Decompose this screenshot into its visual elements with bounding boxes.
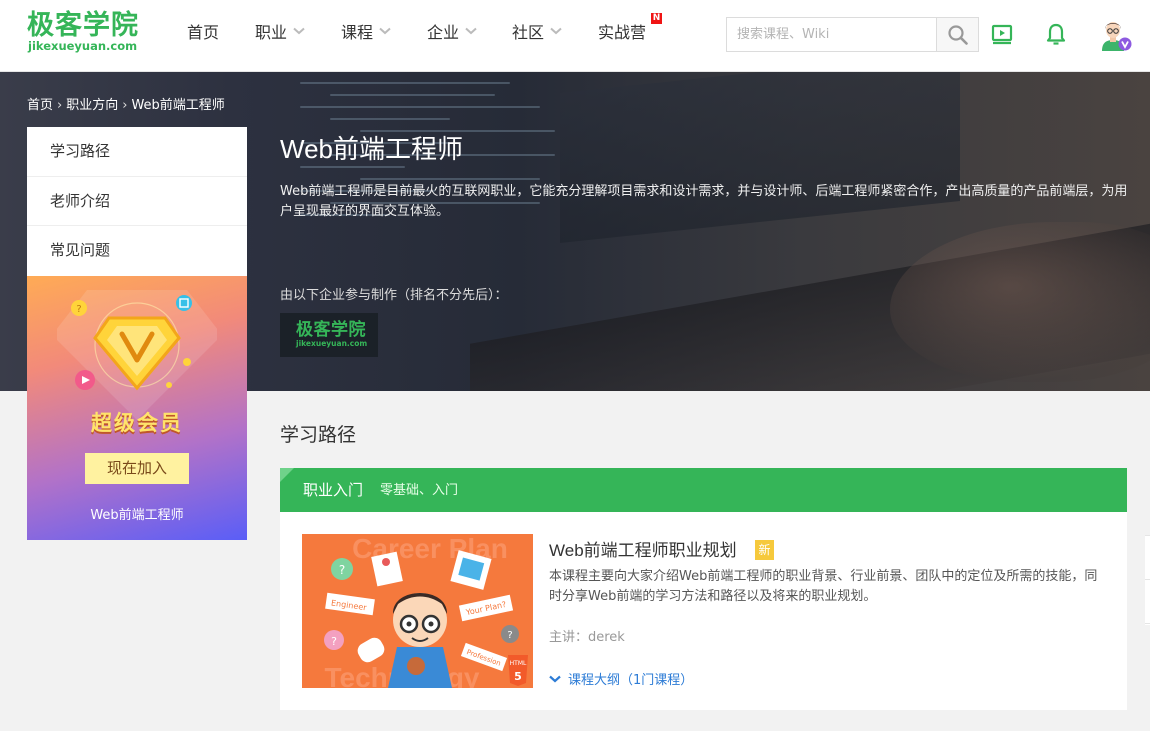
nav-courses-label: 课程 bbox=[341, 23, 374, 42]
chevron-down-icon bbox=[465, 27, 477, 35]
nav-career[interactable]: 职业 bbox=[255, 22, 305, 44]
nav-community[interactable]: 社区 bbox=[512, 22, 562, 44]
chevron-down-icon bbox=[293, 27, 305, 35]
sidebar-item-faq[interactable]: 常见问题 bbox=[27, 226, 247, 276]
chevron-right-icon: › bbox=[57, 98, 63, 113]
career-plan-illustration: Career Plan Technology ? Engineer Your P… bbox=[302, 534, 533, 688]
svg-text:?: ? bbox=[76, 304, 81, 315]
course-outline-label: 课程大纲（1门课程） bbox=[568, 673, 694, 688]
new-tag: 新 bbox=[755, 540, 774, 560]
course-description: 本课程主要向大家介绍Web前端工程师的职业背景、行业前景、团队中的定位及所需的技… bbox=[549, 569, 1098, 604]
nav-courses[interactable]: 课程 bbox=[341, 22, 391, 44]
partner-logo-en: jikexueyuan.com bbox=[296, 339, 368, 348]
svg-text:?: ? bbox=[331, 635, 337, 648]
breadcrumb-career[interactable]: 职业方向 bbox=[66, 98, 118, 113]
bell-icon[interactable] bbox=[1045, 22, 1067, 46]
partner-logo[interactable]: 极客学院 jikexueyuan.com bbox=[280, 313, 378, 357]
top-header: 极客学院 jikexueyuan.com 首页 职业 课程 企业 社区 实战营 … bbox=[0, 0, 1150, 72]
chevron-down-icon bbox=[379, 27, 391, 35]
svg-text:5: 5 bbox=[514, 670, 522, 683]
course-thumbnail[interactable]: Career Plan Technology ? Engineer Your P… bbox=[302, 534, 533, 688]
vip-subtitle: Web前端工程师 bbox=[90, 508, 184, 523]
video-icon[interactable] bbox=[991, 22, 1013, 46]
vip-title: 超级会员 bbox=[91, 411, 183, 435]
sidebar-item-label: 常见问题 bbox=[50, 241, 111, 259]
section-title: 学习路径 bbox=[280, 424, 357, 446]
search-box bbox=[726, 17, 979, 52]
nav-community-label: 社区 bbox=[512, 23, 545, 42]
breadcrumb: 首页 › 职业方向 › Web前端工程师 bbox=[27, 98, 225, 114]
job-description: Web前端工程师是目前最火的互联网职业，它能充分理解项目需求和设计需求，并与设计… bbox=[280, 184, 1128, 219]
sidebar-item-label: 老师介绍 bbox=[50, 191, 111, 210]
course-title[interactable]: Web前端工程师职业规划 bbox=[549, 540, 737, 562]
nav-home[interactable]: 首页 bbox=[187, 22, 219, 44]
course-outline-toggle[interactable]: 课程大纲（1门课程） bbox=[549, 669, 693, 688]
partners-label: 由以下企业参与制作（排名不分先后）： bbox=[280, 288, 508, 303]
nav-bootcamp[interactable]: 实战营 bbox=[598, 22, 646, 44]
svg-text:?: ? bbox=[507, 630, 512, 641]
join-vip-button[interactable]: 现在加入 bbox=[85, 453, 189, 484]
chevron-right-icon: › bbox=[122, 98, 128, 113]
logo-text-en: jikexueyuan.com bbox=[28, 39, 138, 53]
site-logo[interactable]: 极客学院 jikexueyuan.com bbox=[27, 11, 139, 55]
breadcrumb-home[interactable]: 首页 bbox=[27, 98, 53, 113]
diamond-icon: ? bbox=[57, 290, 217, 420]
stage-name: 职业入门 bbox=[303, 481, 364, 499]
floating-toolbar[interactable] bbox=[1145, 535, 1150, 625]
corner-decoration bbox=[280, 468, 294, 482]
nav-career-label: 职业 bbox=[255, 23, 288, 42]
chevron-down-icon bbox=[550, 27, 562, 35]
new-badge: N bbox=[651, 13, 662, 24]
search-icon bbox=[948, 25, 968, 45]
page-title: Web前端工程师 bbox=[280, 134, 463, 164]
svg-text:?: ? bbox=[339, 563, 345, 577]
breadcrumb-current: Web前端工程师 bbox=[131, 98, 225, 113]
floating-toolbar-item[interactable] bbox=[1145, 580, 1150, 624]
nav-enterprise[interactable]: 企业 bbox=[427, 22, 477, 44]
sidebar-item-learning-path[interactable]: 学习路径 bbox=[27, 127, 247, 177]
nav-enterprise-label: 企业 bbox=[427, 23, 460, 42]
vip-promo-card: ? 超级会员 现在加入 Web前端工程师 bbox=[27, 276, 247, 540]
image-tag-html: HTML bbox=[510, 660, 527, 667]
stage-header: 职业入门 零基础、入门 bbox=[280, 468, 1127, 512]
nav-home-label: 首页 bbox=[187, 23, 220, 42]
course-card: Career Plan Technology ? Engineer Your P… bbox=[280, 512, 1127, 710]
user-avatar-icon[interactable] bbox=[1096, 17, 1132, 53]
course-teacher: 主讲：derek bbox=[549, 630, 625, 645]
sidebar-menu: 学习路径 老师介绍 常见问题 bbox=[27, 127, 247, 276]
nav-bootcamp-label: 实战营 bbox=[598, 23, 647, 42]
hand-graphic bbox=[890, 222, 1150, 382]
sidebar-item-teachers[interactable]: 老师介绍 bbox=[27, 177, 247, 226]
chevron-down-icon bbox=[549, 675, 561, 683]
stage-subtitle: 零基础、入门 bbox=[380, 483, 459, 498]
floating-toolbar-item[interactable] bbox=[1145, 536, 1150, 580]
partner-logo-cn: 极客学院 bbox=[296, 320, 366, 340]
search-input[interactable] bbox=[727, 18, 936, 51]
logo-text-cn: 极客学院 bbox=[27, 10, 139, 41]
sidebar-item-label: 学习路径 bbox=[50, 142, 111, 160]
search-button[interactable] bbox=[936, 18, 978, 51]
